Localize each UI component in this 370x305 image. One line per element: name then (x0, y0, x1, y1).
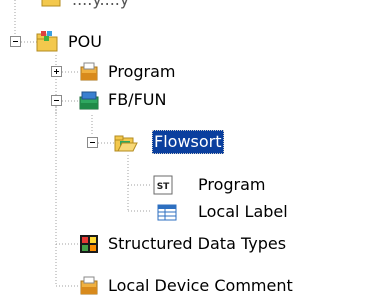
tree-item-label: POU (68, 32, 102, 51)
fbfun-folder-icon (78, 89, 100, 111)
tree-item-label: FB/FUN (108, 90, 167, 109)
structured-data-icon (78, 233, 100, 255)
program-folder-icon (78, 61, 100, 83)
tree-item-label: Flowsort (152, 130, 224, 154)
expand-toggle-program[interactable] (51, 66, 62, 77)
collapse-toggle-pou[interactable] (10, 36, 21, 47)
collapse-toggle-fbfun[interactable] (51, 95, 62, 106)
tree-item-label: Program (108, 62, 176, 81)
cropped-label: ....y....y (70, 0, 131, 12)
tree-item-label: Local Label (198, 202, 288, 221)
st-badge-text: ST (157, 182, 170, 192)
pou-folder-icon (36, 31, 58, 53)
tree-item-label: Structured Data Types (108, 234, 287, 253)
device-comment-icon (78, 275, 100, 297)
collapse-toggle-flowsort[interactable] (87, 137, 98, 148)
local-label-icon (156, 201, 178, 223)
folder-icon (40, 0, 62, 10)
project-tree[interactable]: ....y....y POU Program (0, 0, 370, 305)
tree-item-label: Local Device Comment (108, 276, 293, 295)
open-folder-icon (114, 132, 138, 154)
st-program-icon: ST (152, 174, 174, 196)
tree-item-label: Program (198, 175, 266, 194)
